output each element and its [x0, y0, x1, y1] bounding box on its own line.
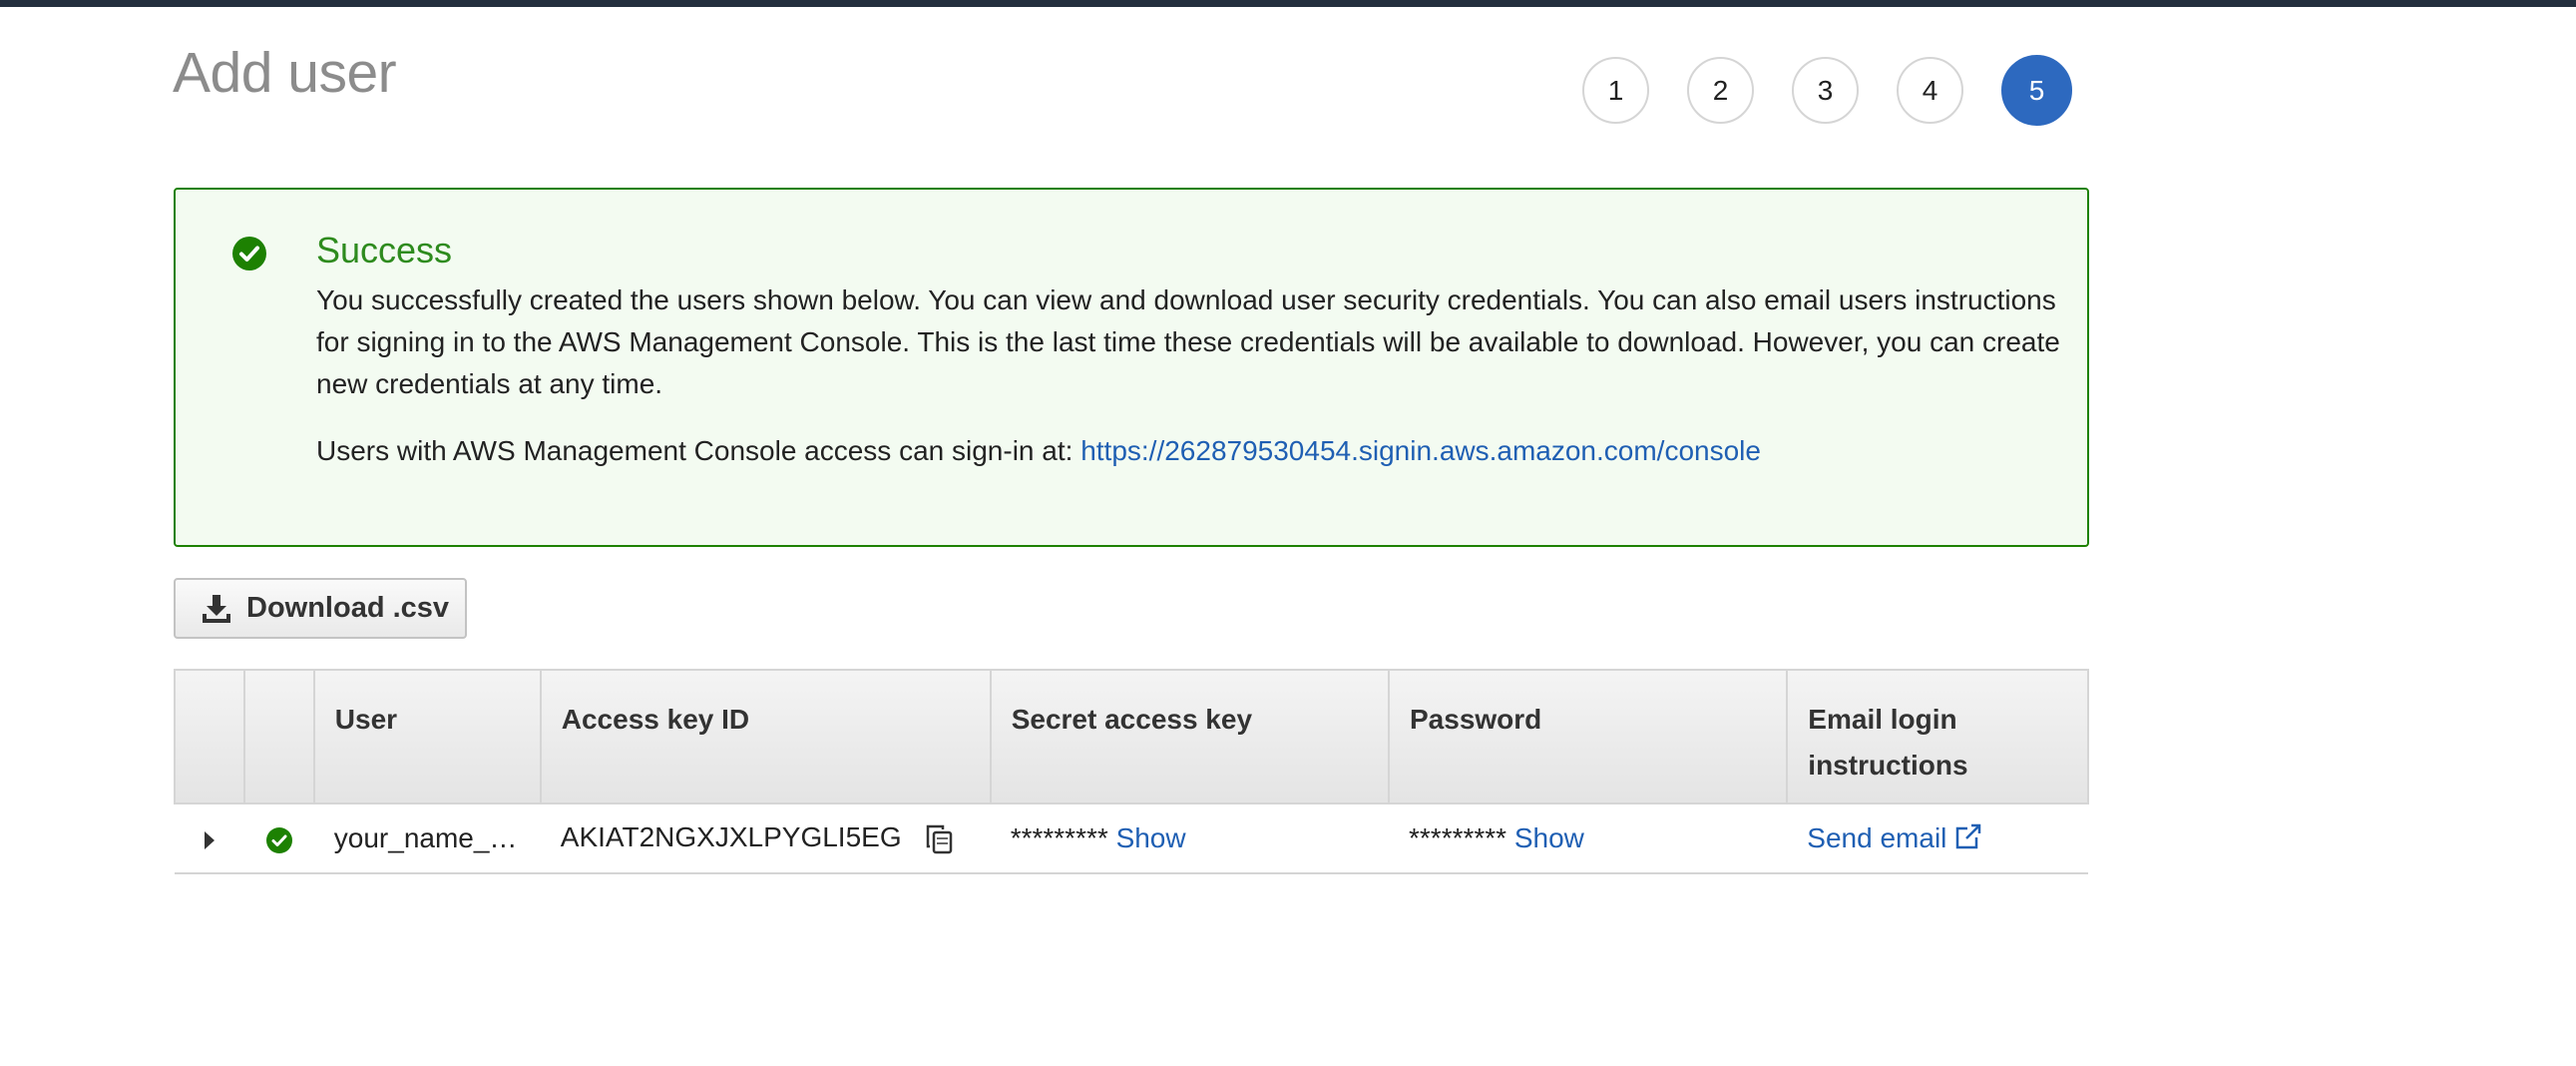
- expand-caret-icon[interactable]: [204, 830, 215, 849]
- header-access-key-id: Access key ID: [539, 669, 992, 804]
- access-key-id-cell: AKIAT2NGXJXLPYGLI5EG: [540, 803, 991, 874]
- download-csv-button[interactable]: Download .csv: [174, 578, 467, 639]
- signin-url-link[interactable]: https://262879530454.signin.aws.amazon.c…: [1080, 435, 1761, 466]
- wizard-step-4[interactable]: 4: [1897, 57, 1963, 124]
- show-password-link[interactable]: Show: [1514, 822, 1584, 853]
- access-key-id-value: AKIAT2NGXJXLPYGLI5EG: [560, 821, 902, 853]
- header-user: User: [312, 669, 542, 804]
- header-password: Password: [1387, 669, 1789, 804]
- show-secret-link[interactable]: Show: [1116, 822, 1186, 853]
- user-name-cell: your_name_…: [313, 803, 541, 874]
- success-check-icon: [265, 826, 292, 853]
- top-navigation-bar: [0, 0, 2576, 7]
- wizard-step-3[interactable]: 3: [1792, 57, 1859, 124]
- alert-message: You successfully created the users shown…: [316, 284, 2060, 399]
- external-link-icon: [1956, 823, 1981, 849]
- copy-icon[interactable]: [925, 823, 955, 855]
- wizard-step-1[interactable]: 1: [1582, 57, 1649, 124]
- credentials-table: User Access key ID Secret access key Pas…: [174, 669, 2089, 874]
- signin-prefix: Users with AWS Management Console access…: [316, 435, 1081, 466]
- secret-access-key-cell: ********* Show: [990, 803, 1389, 874]
- page-title: Add user: [173, 41, 397, 105]
- download-icon: [203, 594, 230, 623]
- password-masked-value: *********: [1409, 822, 1507, 853]
- signin-info: Users with AWS Management Console access…: [316, 435, 1761, 467]
- email-login-cell: Send email: [1787, 803, 2088, 874]
- wizard-steps: 1 2 3 4 5: [1582, 55, 2110, 126]
- header-email-login-instructions: Email login instructions: [1786, 669, 2089, 804]
- secret-masked-value: *********: [1010, 822, 1108, 853]
- success-alert: Success You successfully created the use…: [174, 188, 2089, 547]
- password-cell: ********* Show: [1389, 803, 1788, 874]
- send-email-label: Send email: [1807, 822, 1947, 853]
- header-secret-access-key: Secret access key: [989, 669, 1391, 804]
- alert-title: Success: [316, 230, 453, 270]
- send-email-link[interactable]: Send email: [1807, 822, 1982, 853]
- download-button-label: Download .csv: [246, 592, 450, 624]
- row-status-cell: [243, 803, 314, 874]
- table-header-row: User Access key ID Secret access key Pas…: [174, 669, 2089, 804]
- wizard-step-2[interactable]: 2: [1687, 57, 1754, 124]
- table-row: your_name_… AKIAT2NGXJXLPYGLI5EG *******…: [175, 803, 2088, 874]
- header-status: [242, 669, 315, 804]
- check-circle-icon: [232, 237, 266, 270]
- row-expand-cell[interactable]: [175, 803, 244, 874]
- header-expand: [174, 669, 245, 804]
- wizard-step-5-current: 5: [2001, 55, 2072, 126]
